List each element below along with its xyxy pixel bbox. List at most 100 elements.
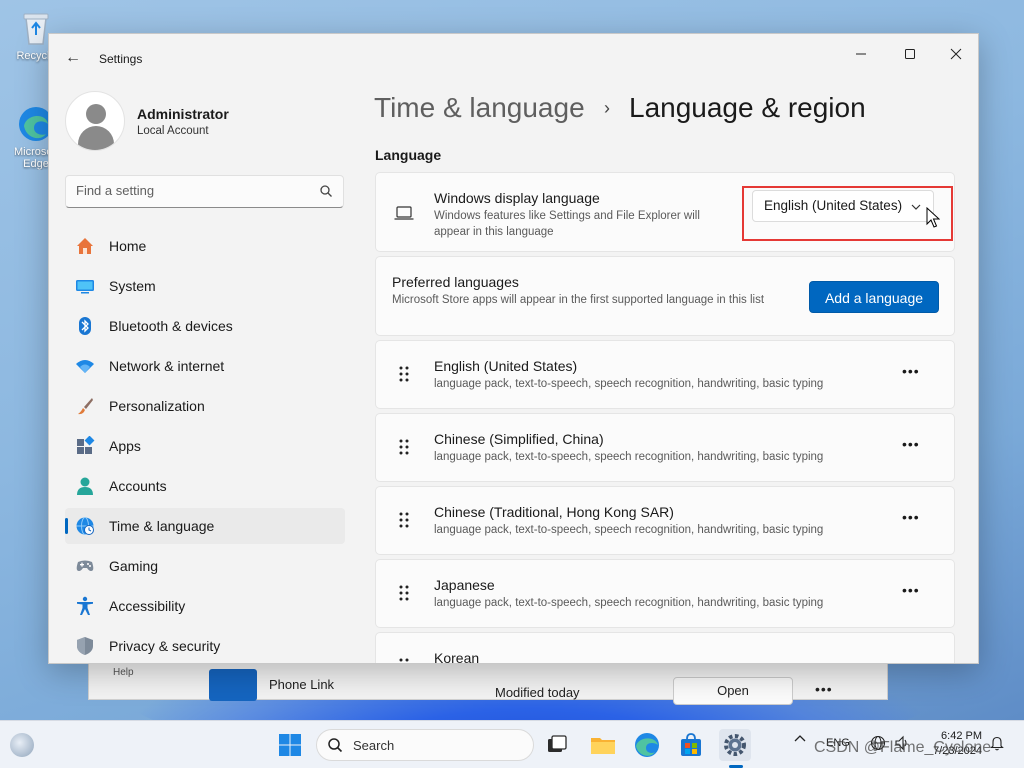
avatar-head (86, 104, 106, 124)
breadcrumb-separator-icon: › (604, 98, 610, 118)
gamepad-icon (76, 560, 94, 571)
language-row[interactable]: English (United States) language pack, t… (375, 340, 955, 409)
more-options-icon[interactable]: ••• (902, 509, 920, 525)
sidebar-item-system[interactable]: System (65, 268, 345, 304)
sidebar-item-gaming[interactable]: Gaming (65, 548, 345, 584)
file-name[interactable]: Phone Link (269, 677, 334, 692)
gear-icon (724, 734, 746, 756)
language-row[interactable]: Chinese (Simplified, China) language pac… (375, 413, 955, 482)
sidebar-item-apps[interactable]: Apps (65, 428, 345, 464)
language-name: English (United States) (434, 358, 578, 374)
sidebar-item-label: Bluetooth & devices (109, 318, 233, 334)
display-language-title: Windows display language (434, 190, 600, 206)
phone-link-app-icon (209, 669, 257, 701)
brush-icon (78, 398, 93, 415)
drag-handle-icon[interactable] (398, 438, 410, 456)
sidebar-item-label: Home (109, 238, 147, 254)
store-icon (681, 733, 701, 756)
dropdown-value: English (United States) (764, 198, 903, 213)
minimize-button[interactable] (838, 40, 884, 70)
bluetooth-icon (79, 317, 91, 335)
breadcrumb-parent[interactable]: Time & language (374, 92, 585, 124)
maximize-icon (905, 49, 915, 59)
edge-icon (635, 733, 659, 757)
sidebar-item-label: Network & internet (109, 358, 225, 374)
title-bar[interactable]: ← Settings (49, 34, 978, 82)
file-modified: Modified today (495, 685, 580, 700)
language-row[interactable]: Chinese (Traditional, Hong Kong SAR) lan… (375, 486, 955, 555)
avatar[interactable] (65, 91, 125, 151)
globe-clock-icon (76, 517, 94, 535)
sidebar-item-label: Personalization (109, 398, 205, 414)
edge-button[interactable] (631, 729, 663, 761)
search-input[interactable] (76, 183, 306, 198)
page-title: Language & region (629, 92, 866, 123)
watermark: CSDN @Flame_Cyclone (814, 739, 992, 756)
settings-taskbar-button[interactable] (719, 729, 751, 761)
sidebar-item-label: Gaming (109, 558, 159, 574)
sidebar-item-accessibility[interactable]: Accessibility (65, 588, 345, 624)
accounts-icon (77, 477, 93, 495)
settings-window: ← Settings Administrator Local Account H… (48, 33, 979, 664)
more-options-icon[interactable]: ••• (902, 582, 920, 598)
start-button[interactable] (274, 729, 306, 761)
chevron-down-icon (911, 204, 921, 210)
minimize-icon (856, 53, 866, 55)
sidebar-item-bluetooth[interactable]: Bluetooth & devices (65, 308, 345, 344)
language-features: language pack, text-to-speech, speech re… (434, 451, 824, 463)
notification-button[interactable] (990, 735, 1004, 754)
wifi-icon (76, 360, 94, 373)
maximize-button[interactable] (887, 40, 933, 70)
more-options-icon[interactable]: ••• (902, 436, 920, 452)
sidebar-item-label: Privacy & security (109, 638, 221, 654)
sidebar-item-network[interactable]: Network & internet (65, 348, 345, 384)
sidebar-item-label: Apps (109, 438, 141, 454)
language-row[interactable]: Korean (375, 632, 955, 664)
more-icon[interactable]: ••• (815, 681, 833, 697)
sidebar-item-label: Accessibility (109, 598, 186, 614)
weather-widget-icon[interactable] (10, 733, 34, 757)
drag-handle-icon[interactable] (398, 584, 410, 602)
back-button[interactable]: ← (63, 48, 83, 68)
sidebar-item-accounts[interactable]: Accounts (65, 468, 345, 504)
open-button[interactable]: Open (673, 677, 793, 705)
language-row[interactable]: Japanese language pack, text-to-speech, … (375, 559, 955, 628)
more-options-icon[interactable]: ••• (902, 363, 920, 379)
drag-handle-icon[interactable] (398, 657, 410, 664)
sidebar-item-home[interactable]: Home (65, 228, 345, 264)
add-language-button[interactable]: Add a language (809, 281, 939, 313)
taskbar-search-label: Search (353, 738, 395, 753)
close-button[interactable] (933, 40, 978, 70)
chevron-up-icon (794, 735, 806, 742)
sidebar-item-personalization[interactable]: Personalization (65, 388, 345, 424)
sidebar-nav: Home System Bluetooth & devices Network … (65, 228, 345, 663)
home-icon (77, 238, 93, 254)
mouse-cursor-icon (926, 207, 940, 228)
account-type: Local Account (137, 125, 209, 137)
windows-logo-icon (279, 734, 301, 756)
taskbar-search[interactable]: Search (316, 729, 534, 761)
language-name: Korean (434, 650, 480, 664)
preferred-languages-card: Preferred languages Microsoft Store apps… (375, 256, 955, 336)
user-name: Administrator (137, 106, 229, 122)
display-language-dropdown[interactable]: English (United States) (752, 190, 934, 222)
display-language-description: Windows features like Settings and File … (434, 210, 700, 238)
preferred-languages-title: Preferred languages (392, 274, 519, 290)
drag-handle-icon[interactable] (398, 511, 410, 529)
accessibility-icon (77, 596, 93, 615)
store-button[interactable] (675, 729, 707, 761)
sidebar-item-time-language[interactable]: Time & language (65, 508, 345, 544)
file-explorer-button[interactable] (587, 729, 619, 761)
language-features: language pack, text-to-speech, speech re… (434, 524, 824, 536)
find-setting-search[interactable] (65, 175, 344, 208)
task-view-button[interactable] (541, 729, 573, 761)
drag-handle-icon[interactable] (398, 365, 410, 383)
show-hidden-icons-button[interactable] (794, 733, 806, 748)
sidebar-item-label: Accounts (109, 478, 167, 494)
window-title: Settings (99, 52, 143, 66)
language-features: language pack, text-to-speech, speech re… (434, 378, 824, 390)
help-menu[interactable]: Help (113, 667, 134, 678)
avatar-body (78, 126, 114, 150)
sidebar-item-privacy[interactable]: Privacy & security (65, 628, 345, 663)
laptop-icon (394, 206, 414, 220)
